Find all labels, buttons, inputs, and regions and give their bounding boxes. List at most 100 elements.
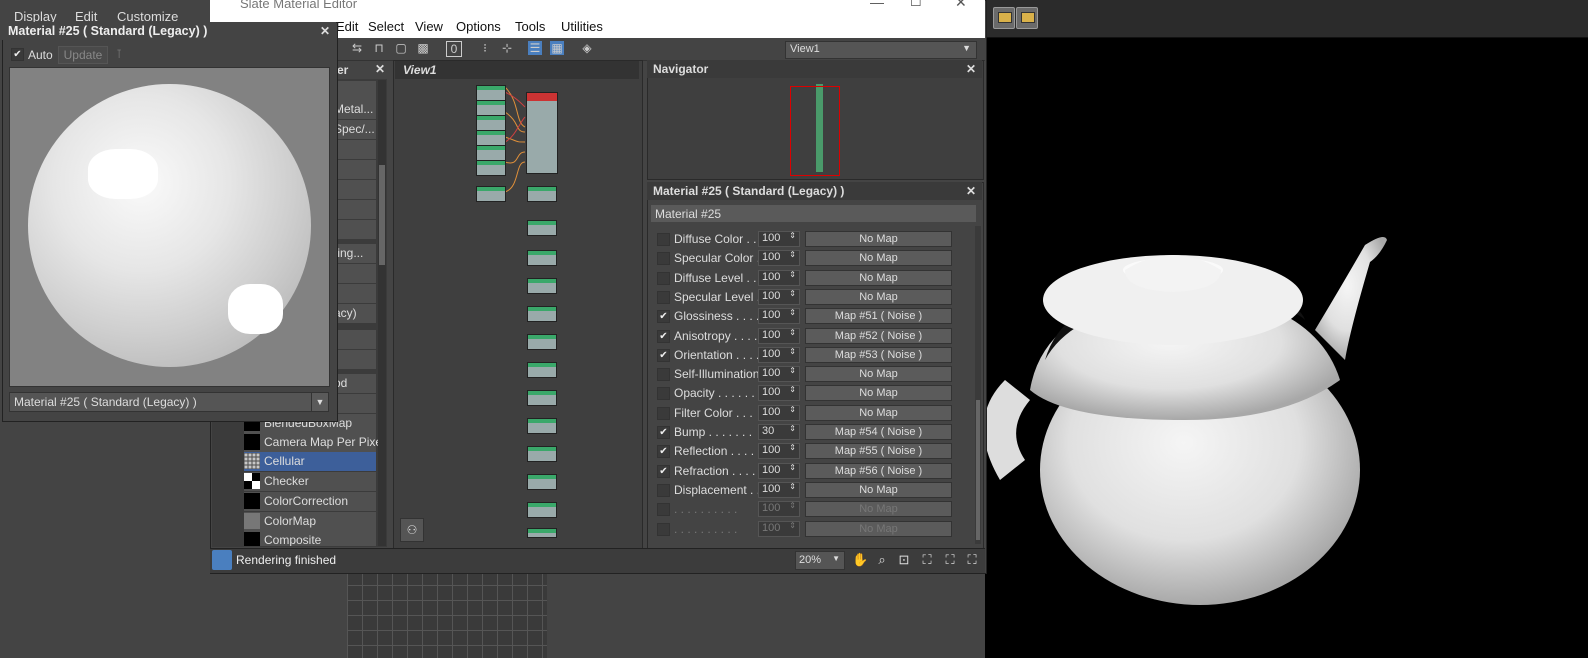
- browser-scroll-thumb[interactable]: [379, 165, 385, 265]
- map-slot-button[interactable]: Map #53 ( Noise ): [805, 347, 952, 363]
- map-enable-checkbox[interactable]: ✔: [657, 465, 670, 478]
- browser-item[interactable]: ColorCorrection: [244, 492, 376, 512]
- navigator-view-rect[interactable]: [790, 86, 840, 176]
- material-panel-close-icon[interactable]: ✕: [966, 184, 976, 198]
- map-slot-button[interactable]: Map #55 ( Noise ): [805, 443, 952, 459]
- map-slot-button[interactable]: No Map: [805, 501, 952, 517]
- layout-icon[interactable]: ⁝: [478, 41, 492, 55]
- map-amount-spinner[interactable]: 100 ⇕: [758, 328, 800, 344]
- zoom-region-icon[interactable]: ⊡: [896, 552, 912, 568]
- map-slot-button[interactable]: No Map: [805, 250, 952, 266]
- map-slot-button[interactable]: No Map: [805, 405, 952, 421]
- map-enable-checkbox[interactable]: [657, 291, 670, 304]
- map-enable-checkbox[interactable]: ✔: [657, 310, 670, 323]
- browser-item[interactable]: Composite: [244, 531, 376, 547]
- navigator-close-icon[interactable]: ✕: [966, 62, 976, 76]
- map-amount-spinner[interactable]: 30 ⇕: [758, 424, 800, 440]
- close-icon[interactable]: ✕: [955, 0, 967, 11]
- graph-node[interactable]: [527, 362, 557, 378]
- render-level-icon[interactable]: 0: [446, 41, 462, 57]
- graph-node[interactable]: [527, 220, 557, 236]
- move-children-icon[interactable]: ⇆: [350, 41, 364, 55]
- slate-menu-select[interactable]: Select: [368, 19, 404, 34]
- map-amount-spinner[interactable]: 100 ⇕: [758, 482, 800, 498]
- slate-menu-tools[interactable]: Tools: [515, 19, 545, 34]
- graph-node[interactable]: [527, 186, 557, 202]
- zoom-extents-icon[interactable]: ⛶: [919, 552, 935, 568]
- map-slot-button[interactable]: Map #51 ( Noise ): [805, 308, 952, 324]
- auto-checkbox[interactable]: ✔: [11, 48, 24, 61]
- browser-scrollbar[interactable]: [378, 80, 386, 546]
- zoom-extents-selected-icon[interactable]: ⛶: [942, 552, 958, 568]
- material-select-dropdown[interactable]: Material #25 ( Standard (Legacy) ) ▼: [9, 392, 329, 412]
- map-slot-button[interactable]: No Map: [805, 270, 952, 286]
- view-select[interactable]: View1 ▼: [785, 41, 977, 59]
- graph-node[interactable]: [527, 418, 557, 434]
- slate-menu-utilities[interactable]: Utilities: [561, 19, 603, 34]
- maximize-icon[interactable]: ☐: [910, 0, 922, 10]
- graph-node[interactable]: [476, 115, 506, 131]
- checker-icon[interactable]: ▩: [416, 41, 430, 55]
- material-scroll-thumb[interactable]: [976, 400, 980, 540]
- graph-node[interactable]: [476, 130, 506, 146]
- slate-menu-edit[interactable]: Edit: [336, 19, 358, 34]
- map-enable-checkbox[interactable]: [657, 503, 670, 516]
- graph-node[interactable]: [527, 528, 557, 538]
- map-slot-button[interactable]: Map #54 ( Noise ): [805, 424, 952, 440]
- map-amount-spinner[interactable]: 100 ⇕: [758, 405, 800, 421]
- show-navigator-icon[interactable]: ▦: [550, 41, 564, 55]
- update-button[interactable]: Update: [58, 46, 108, 64]
- map-amount-spinner[interactable]: 100 ⇕: [758, 443, 800, 459]
- material-name-field[interactable]: Material #25: [651, 205, 976, 222]
- graph-node[interactable]: [527, 446, 557, 462]
- layout-children-icon[interactable]: ⊹: [500, 41, 514, 55]
- map-amount-spinner[interactable]: 100 ⇕: [758, 501, 800, 517]
- map-amount-spinner[interactable]: 100 ⇕: [758, 385, 800, 401]
- pin-icon[interactable]: ⊺: [116, 47, 128, 61]
- graph-node[interactable]: [527, 474, 557, 490]
- show-params-icon[interactable]: ☰: [528, 41, 542, 55]
- browser-close-icon[interactable]: ✕: [375, 62, 385, 76]
- zoom-select[interactable]: 20% ▼: [795, 551, 845, 570]
- map-enable-checkbox[interactable]: [657, 233, 670, 246]
- browser-item[interactable]: ColorMap: [244, 512, 376, 532]
- browser-item-selected[interactable]: Cellular: [244, 452, 376, 472]
- map-slot-button[interactable]: No Map: [805, 482, 952, 498]
- map-amount-spinner[interactable]: 100 ⇕: [758, 250, 800, 266]
- map-enable-checkbox[interactable]: [657, 523, 670, 536]
- map-enable-checkbox[interactable]: ✔: [657, 445, 670, 458]
- map-slot-button[interactable]: No Map: [805, 521, 952, 537]
- map-enable-checkbox[interactable]: ✔: [657, 330, 670, 343]
- slate-menu-view[interactable]: View: [415, 19, 443, 34]
- map-amount-spinner[interactable]: 100 ⇕: [758, 347, 800, 363]
- graph-node[interactable]: [527, 278, 557, 294]
- tab-view1[interactable]: View1: [395, 61, 639, 79]
- map-slot-button[interactable]: No Map: [805, 231, 952, 247]
- slate-menu-options[interactable]: Options: [456, 19, 501, 34]
- map-slot-button[interactable]: No Map: [805, 385, 952, 401]
- graph-node[interactable]: [476, 145, 506, 161]
- material-node[interactable]: [526, 92, 558, 174]
- map-slot-button[interactable]: No Map: [805, 289, 952, 305]
- map-slot-button[interactable]: No Map: [805, 366, 952, 382]
- select-by-material-icon[interactable]: ◈: [580, 41, 594, 55]
- map-enable-checkbox[interactable]: [657, 387, 670, 400]
- map-enable-checkbox[interactable]: [657, 368, 670, 381]
- background-icon[interactable]: ▢: [394, 41, 408, 55]
- map-enable-checkbox[interactable]: [657, 407, 670, 420]
- browser-item[interactable]: Checker: [244, 472, 376, 492]
- pan-to-selected-icon[interactable]: ⛶: [964, 552, 980, 568]
- map-amount-spinner[interactable]: 100 ⇕: [758, 231, 800, 247]
- preview-close-icon[interactable]: ✕: [320, 24, 330, 38]
- map-enable-checkbox[interactable]: ✔: [657, 426, 670, 439]
- minimize-icon[interactable]: —: [870, 0, 884, 10]
- graph-node[interactable]: [476, 85, 506, 101]
- graph-node[interactable]: [527, 306, 557, 322]
- graph-node[interactable]: [527, 250, 557, 266]
- graph-node[interactable]: [527, 390, 557, 406]
- map-amount-spinner[interactable]: 100 ⇕: [758, 270, 800, 286]
- map-enable-checkbox[interactable]: [657, 252, 670, 265]
- map-slot-button[interactable]: Map #52 ( Noise ): [805, 328, 952, 344]
- map-enable-checkbox[interactable]: ✔: [657, 349, 670, 362]
- map-slot-button[interactable]: Map #56 ( Noise ): [805, 463, 952, 479]
